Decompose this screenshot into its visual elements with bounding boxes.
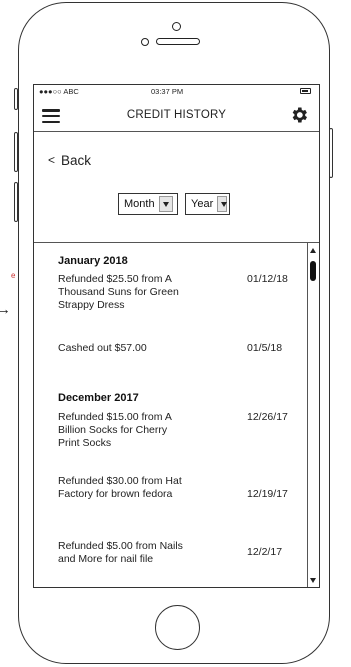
phone-sensor <box>141 38 149 46</box>
month-header: January 2018 <box>58 255 128 267</box>
battery-icon <box>300 88 311 94</box>
list-item-date: 01/12/18 <box>247 273 288 285</box>
nav-bar: CREDIT HISTORY <box>34 99 319 132</box>
phone-side-button-power <box>329 128 333 178</box>
scroll-up-arrow-icon[interactable] <box>310 248 316 253</box>
list-item-date: 12/2/17 <box>247 546 283 558</box>
list-item-date: 12/26/17 <box>247 411 288 423</box>
phone-side-button-volume-up <box>14 132 18 172</box>
list-item-description: Refunded $5.00 from Nails and More for n… <box>58 540 183 565</box>
chevron-down-icon <box>158 196 173 212</box>
chevron-left-icon: < <box>48 153 56 167</box>
app-screen: ●●●○○ ABC 03:37 PM CREDIT HISTORY < Back … <box>33 84 320 588</box>
year-dropdown-label: Year <box>191 198 214 210</box>
phone-side-button-mute <box>14 88 18 110</box>
gear-icon[interactable] <box>289 105 309 125</box>
scroll-down-arrow-icon[interactable] <box>310 578 316 583</box>
year-dropdown[interactable]: Year <box>185 193 230 215</box>
back-button[interactable]: < Back <box>48 153 91 168</box>
list-item-date: 01/5/18 <box>247 342 283 354</box>
phone-front-camera <box>172 22 181 31</box>
status-carrier: ●●●○○ ABC <box>39 87 79 96</box>
phone-side-button-volume-down <box>14 182 18 222</box>
chevron-down-icon <box>217 196 227 212</box>
vertical-scrollbar[interactable] <box>307 243 319 587</box>
month-header: December 2017 <box>58 392 139 404</box>
phone-speaker <box>156 38 200 45</box>
page-title: CREDIT HISTORY <box>126 109 227 121</box>
list-item-date: 12/19/17 <box>247 488 288 500</box>
status-bar: ●●●○○ ABC 03:37 PM <box>34 85 319 99</box>
home-button[interactable] <box>155 605 200 650</box>
month-dropdown[interactable]: Month <box>118 193 178 215</box>
scrollbar-thumb[interactable] <box>310 261 316 281</box>
month-dropdown-label: Month <box>124 198 155 210</box>
list-item-description: Cashed out $57.00 <box>58 342 147 354</box>
list-item-description: Refunded $15.00 from A Billion Socks for… <box>58 411 172 449</box>
red-annotation-mark: e <box>11 271 16 280</box>
list-item-description: Refunded $25.50 from A Thousand Suns for… <box>58 273 179 311</box>
pointer-arrow-icon: → <box>0 301 11 318</box>
back-label: Back <box>61 153 92 168</box>
credit-history-list: January 2018 Refunded $25.50 from A Thou… <box>34 243 304 587</box>
status-time: 03:37 PM <box>151 87 184 96</box>
list-item-description: Refunded $30.00 from Hat Factory for bro… <box>58 475 182 500</box>
